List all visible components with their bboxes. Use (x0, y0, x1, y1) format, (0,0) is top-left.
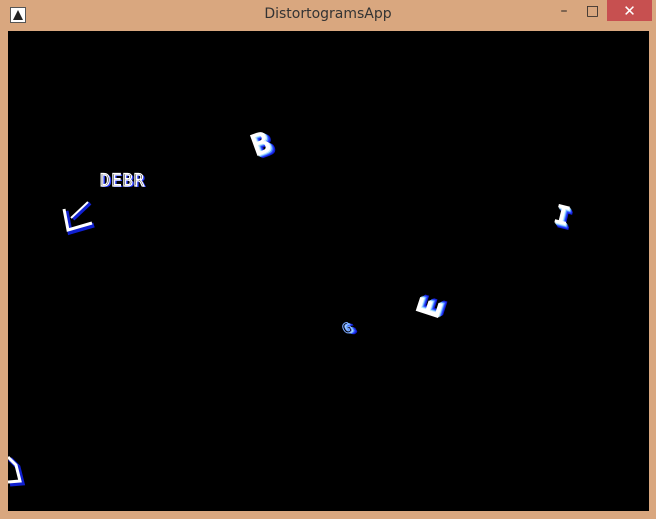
floating-letter-b: B (246, 124, 276, 165)
close-button[interactable]: ✕ (607, 0, 652, 21)
floating-letter-g: G (339, 319, 355, 339)
minimize-button[interactable]: – (549, 0, 579, 21)
maximize-button[interactable]: □ (579, 0, 606, 21)
floating-shape-partial (8, 455, 26, 487)
app-window: DistortogramsApp – □ ✕ DEBR B I E G (0, 0, 656, 519)
game-canvas[interactable]: DEBR B I E G (8, 31, 649, 511)
floating-letter-e: E (408, 292, 451, 324)
typed-word: DEBR (99, 170, 145, 191)
floating-shape-arrow (62, 201, 95, 236)
title-bar[interactable]: DistortogramsApp – □ ✕ (0, 0, 656, 30)
floating-letter-i: I (550, 199, 574, 233)
